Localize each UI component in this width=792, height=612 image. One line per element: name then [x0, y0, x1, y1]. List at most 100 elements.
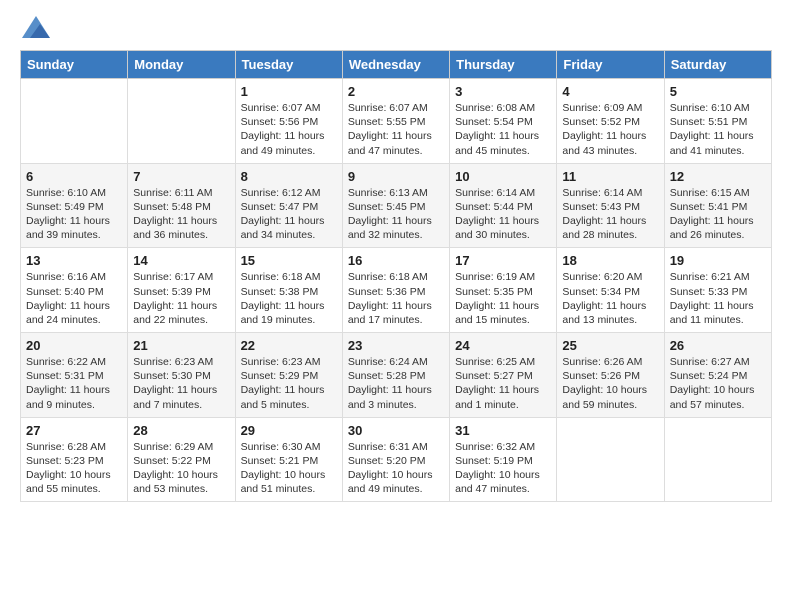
day-number: 5 [670, 84, 766, 99]
day-info: Sunrise: 6:24 AM [348, 355, 444, 369]
day-info: Sunset: 5:51 PM [670, 115, 766, 129]
day-info: Sunrise: 6:10 AM [26, 186, 122, 200]
day-info: Sunrise: 6:18 AM [241, 270, 337, 284]
day-number: 10 [455, 169, 551, 184]
calendar-cell: 21 Sunrise: 6:23 AMSunset: 5:30 PMDayligh… [128, 333, 235, 418]
calendar-cell [664, 417, 771, 502]
day-info: Sunrise: 6:18 AM [348, 270, 444, 284]
day-info: Sunrise: 6:32 AM [455, 440, 551, 454]
day-number: 26 [670, 338, 766, 353]
day-info: Sunset: 5:34 PM [562, 285, 658, 299]
day-number: 13 [26, 253, 122, 268]
calendar-cell: 6Sunrise: 6:10 AMSunset: 5:49 PMDaylight… [21, 163, 128, 248]
calendar-cell: 30Sunrise: 6:31 AMSunset: 5:20 PMDayligh… [342, 417, 449, 502]
day-info: Sunset: 5:40 PM [26, 285, 122, 299]
weekday-header: Tuesday [235, 51, 342, 79]
day-info: Sunrise: 6:31 AM [348, 440, 444, 454]
calendar-cell: 14Sunrise: 6:17 AMSunset: 5:39 PMDayligh… [128, 248, 235, 333]
day-number: 6 [26, 169, 122, 184]
day-info: Sunrise: 6:12 AM [241, 186, 337, 200]
day-info: Daylight: 11 hours and 32 minutes. [348, 214, 444, 242]
day-info: Sunset: 5:43 PM [562, 200, 658, 214]
calendar-cell: 22 Sunrise: 6:23 AMSunset: 5:29 PMDayligh… [235, 333, 342, 418]
day-info: Sunrise: 6:14 AM [455, 186, 551, 200]
day-info: Sunrise: 6:29 AM [133, 440, 229, 454]
weekday-header: Sunday [21, 51, 128, 79]
day-number: 12 [670, 169, 766, 184]
calendar-cell: 10Sunrise: 6:14 AMSunset: 5:44 PMDayligh… [450, 163, 557, 248]
day-info: Sunrise: 6:19 AM [455, 270, 551, 284]
day-info: Daylight: 11 hours and 7 minutes. [133, 383, 229, 411]
day-info: Sunrise: 6:07 AM [241, 101, 337, 115]
day-info: Sunset: 5:38 PM [241, 285, 337, 299]
day-info: Sunrise: 6:23 AM [241, 355, 337, 369]
day-info: Daylight: 11 hours and 26 minutes. [670, 214, 766, 242]
day-info: Daylight: 11 hours and 9 minutes. [26, 383, 122, 411]
day-info: Daylight: 11 hours and 13 minutes. [562, 299, 658, 327]
calendar-cell: 12Sunrise: 6:15 AMSunset: 5:41 PMDayligh… [664, 163, 771, 248]
day-info: Sunset: 5:19 PM [455, 454, 551, 468]
day-info: Daylight: 11 hours and 49 minutes. [241, 129, 337, 157]
day-number: 9 [348, 169, 444, 184]
day-info: Sunrise: 6:22 AM [26, 355, 122, 369]
day-info: Sunset: 5:24 PM [670, 369, 766, 383]
day-info: Daylight: 11 hours and 41 minutes. [670, 129, 766, 157]
day-number: 3 [455, 84, 551, 99]
day-info: Daylight: 11 hours and 45 minutes. [455, 129, 551, 157]
day-info: Sunrise: 6:16 AM [26, 270, 122, 284]
calendar-cell: 3Sunrise: 6:08 AMSunset: 5:54 PMDaylight… [450, 79, 557, 164]
day-number: 19 [670, 253, 766, 268]
day-info: Sunrise: 6:20 AM [562, 270, 658, 284]
day-info: Sunset: 5:22 PM [133, 454, 229, 468]
day-info: Sunset: 5:21 PM [241, 454, 337, 468]
day-number: 31 [455, 423, 551, 438]
weekday-header: Monday [128, 51, 235, 79]
day-info: Daylight: 10 hours and 55 minutes. [26, 468, 122, 496]
day-number: 11 [562, 169, 658, 184]
day-info: Daylight: 11 hours and 28 minutes. [562, 214, 658, 242]
calendar-cell: 31Sunrise: 6:32 AMSunset: 5:19 PMDayligh… [450, 417, 557, 502]
day-number: 27 [26, 423, 122, 438]
day-info: Sunrise: 6:27 AM [670, 355, 766, 369]
day-info: Sunrise: 6:07 AM [348, 101, 444, 115]
day-info: Sunset: 5:36 PM [348, 285, 444, 299]
calendar-cell: 24Sunrise: 6:25 AMSunset: 5:27 PMDayligh… [450, 333, 557, 418]
day-info: Sunrise: 6:08 AM [455, 101, 551, 115]
day-info: Sunrise: 6:10 AM [670, 101, 766, 115]
day-number: 17 [455, 253, 551, 268]
day-info: Sunset: 5:33 PM [670, 285, 766, 299]
day-info: Sunrise: 6:28 AM [26, 440, 122, 454]
day-info: Sunset: 5:48 PM [133, 200, 229, 214]
calendar-table: SundayMondayTuesdayWednesdayThursdayFrid… [20, 50, 772, 502]
day-info: Sunrise: 6:23 AM [133, 355, 229, 369]
day-number: 21 [133, 338, 229, 353]
day-number: 28 [133, 423, 229, 438]
day-info: Sunset: 5:30 PM [133, 369, 229, 383]
calendar-cell [21, 79, 128, 164]
day-info: Daylight: 10 hours and 53 minutes. [133, 468, 229, 496]
day-info: Daylight: 10 hours and 49 minutes. [348, 468, 444, 496]
calendar-cell: 27Sunrise: 6:28 AMSunset: 5:23 PMDayligh… [21, 417, 128, 502]
day-info: Daylight: 11 hours and 5 minutes. [241, 383, 337, 411]
calendar-cell [128, 79, 235, 164]
calendar-cell: 11Sunrise: 6:14 AMSunset: 5:43 PMDayligh… [557, 163, 664, 248]
day-number: 16 [348, 253, 444, 268]
day-number: 20 [26, 338, 122, 353]
day-info: Sunset: 5:29 PM [241, 369, 337, 383]
day-info: Sunrise: 6:30 AM [241, 440, 337, 454]
day-number: 18 [562, 253, 658, 268]
weekday-header: Friday [557, 51, 664, 79]
calendar-cell: 29Sunrise: 6:30 AMSunset: 5:21 PMDayligh… [235, 417, 342, 502]
page-header [20, 16, 772, 38]
day-info: Sunset: 5:45 PM [348, 200, 444, 214]
day-info: Daylight: 10 hours and 59 minutes. [562, 383, 658, 411]
day-info: Daylight: 10 hours and 51 minutes. [241, 468, 337, 496]
day-info: Daylight: 11 hours and 11 minutes. [670, 299, 766, 327]
day-info: Daylight: 11 hours and 47 minutes. [348, 129, 444, 157]
day-info: Sunset: 5:56 PM [241, 115, 337, 129]
day-number: 22 [241, 338, 337, 353]
day-info: Daylight: 10 hours and 57 minutes. [670, 383, 766, 411]
day-info: Daylight: 11 hours and 3 minutes. [348, 383, 444, 411]
day-info: Daylight: 11 hours and 36 minutes. [133, 214, 229, 242]
day-number: 14 [133, 253, 229, 268]
